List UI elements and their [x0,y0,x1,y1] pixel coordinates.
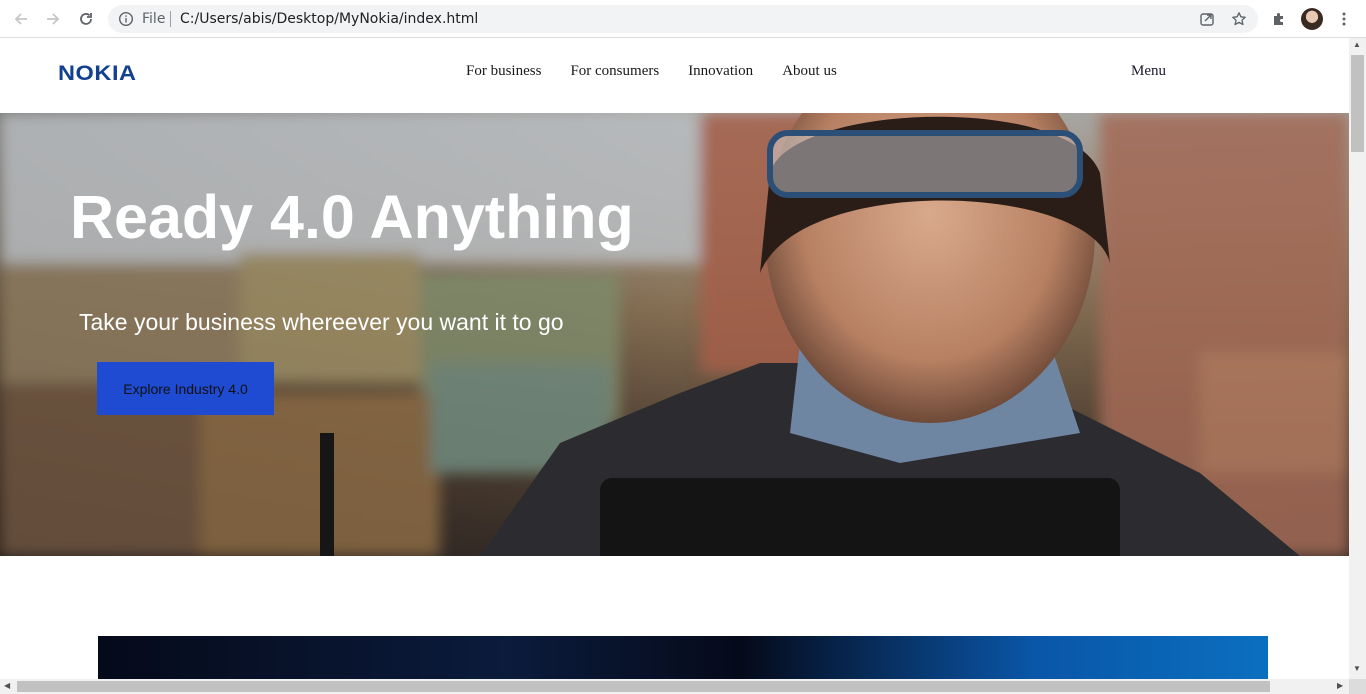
hero-title: Ready 4.0 Anything [70,183,634,251]
reload-button[interactable] [76,9,96,29]
explore-industry-button[interactable]: Explore Industry 4.0 [97,362,274,415]
kebab-menu-icon [1342,12,1346,26]
scrollbar-corner [1349,679,1366,694]
feature-banner-image [98,636,1268,679]
omnibox-divider [170,11,171,27]
browser-menu-button[interactable] [1334,9,1354,29]
forward-button[interactable] [43,9,63,29]
arrow-left-icon [14,13,27,25]
horizontal-scroll-thumb[interactable] [17,681,1270,692]
reload-icon [80,13,92,25]
nav-link-for-business[interactable]: For business [466,63,541,80]
scroll-left-icon[interactable]: ◀ [4,682,10,690]
share-icon[interactable] [1199,11,1215,27]
scroll-up-icon[interactable]: ▲ [1353,41,1361,49]
back-button[interactable] [11,9,31,29]
arrow-right-icon [47,13,60,25]
main-nav: For business For consumers Innovation Ab… [466,63,837,80]
star-icon[interactable] [1231,11,1247,27]
url-text[interactable]: C:/Users/abis/Desktop/MyNokia/index.html [180,11,478,27]
avatar[interactable] [1301,8,1323,30]
scroll-right-icon[interactable]: ▶ [1337,682,1343,690]
nokia-logo[interactable]: NOKIA [58,62,137,86]
horizontal-scrollbar[interactable]: ◀ ▶ [0,679,1349,694]
puzzle-icon [1274,13,1283,25]
scroll-down-icon[interactable]: ▼ [1353,665,1361,673]
nav-link-about-us[interactable]: About us [782,63,837,80]
vertical-scrollbar[interactable]: ▲ ▼ [1349,38,1366,679]
info-icon[interactable] [118,11,134,27]
nav-link-for-consumers[interactable]: For consumers [570,63,659,80]
browser-toolbar: File C:/Users/abis/Desktop/MyNokia/index… [0,0,1366,38]
site-header: NOKIA For business For consumers Innovat… [0,38,1349,113]
page-viewport: NOKIA For business For consumers Innovat… [0,38,1349,679]
nav-link-innovation[interactable]: Innovation [688,63,753,80]
vertical-scroll-thumb[interactable] [1351,55,1364,152]
menu-link[interactable]: Menu [1131,63,1166,80]
hero-subtitle: Take your business whereever you want it… [79,309,564,335]
extensions-button[interactable] [1269,9,1289,29]
url-scheme-label: File [142,11,166,27]
hero-banner: Ready 4.0 Anything Take your business wh… [0,113,1349,556]
address-bar[interactable]: File C:/Users/abis/Desktop/MyNokia/index… [108,5,1258,33]
